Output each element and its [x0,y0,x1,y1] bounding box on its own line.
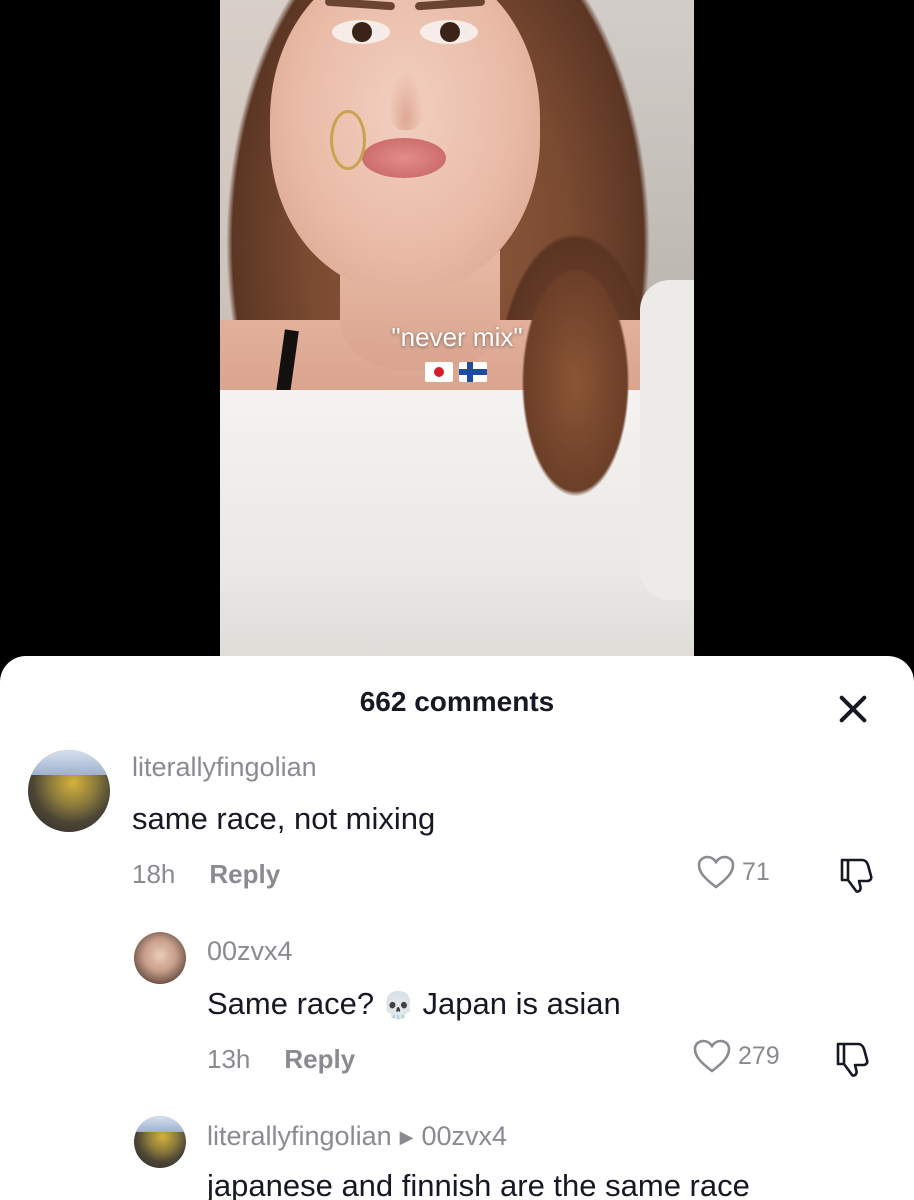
comment-meta: 13h Reply [207,1044,355,1075]
skull-emoji: 💀 [382,990,415,1021]
left-eye [332,20,390,44]
comment-username[interactable]: 00zvx4 [207,936,293,967]
dislike-button[interactable] [832,1040,872,1083]
reply-button[interactable]: Reply [284,1044,355,1074]
comment-username[interactable]: literallyfingolian [132,752,317,783]
comment-text: Same race? 💀 Japan is asian [207,986,621,1022]
face [270,0,540,290]
reply-button[interactable]: Reply [209,859,280,889]
right-eye [420,20,478,44]
like-count: 71 [742,857,770,886]
thumbs-down-icon [840,858,873,893]
left-brow [324,0,396,11]
video-frame[interactable]: "never mix" [220,0,694,680]
hair-strands [490,250,680,580]
comment-time: 13h [207,1044,251,1074]
nose [388,70,424,130]
like-button[interactable]: 279 [692,1038,780,1074]
avatar[interactable] [134,1116,186,1168]
like-count: 279 [738,1041,780,1070]
right-brow [414,0,486,11]
thumbs-down-icon [836,1042,869,1077]
reply-to-username[interactable]: 00zvx4 [421,1121,507,1151]
reply-arrow-icon: ▶ [399,1127,414,1148]
like-button[interactable]: 71 [696,854,770,890]
avatar[interactable] [134,932,186,984]
comment-item: literallyfingolian same race, not mixing… [0,656,914,916]
japan-flag-icon [425,362,453,382]
comment-text: same race, not mixing [132,801,436,836]
comment-username-text[interactable]: literallyfingolian [207,1121,392,1151]
video-caption: "never mix" [391,322,523,352]
comment-username: literallyfingolian ▶ 00zvx4 [207,1121,507,1152]
comment-text-part: Same race? [207,986,375,1021]
earring [330,110,366,170]
comment-text: japanese and finnish are the same race [207,1168,750,1200]
heart-icon [697,855,735,889]
comments-sheet: 662 comments literallyfingolian same rac… [0,656,914,1200]
comment-reply-item: literallyfingolian ▶ 00zvx4 japanese and f… [0,1111,914,1200]
video-area[interactable]: "never mix" [0,0,914,680]
dislike-button[interactable] [836,856,876,899]
flags [425,362,487,382]
avatar[interactable] [28,750,110,832]
comment-time: 18h [132,859,176,889]
comment-reply-item: 00zvx4 Same race? 💀 Japan is asian 13h Repl… [0,916,914,1116]
comment-text-part: Japan is asian [422,986,621,1021]
finland-flag-icon [459,362,487,382]
heart-icon [693,1039,731,1073]
comment-meta: 18h Reply [132,859,280,890]
lips [362,138,446,178]
